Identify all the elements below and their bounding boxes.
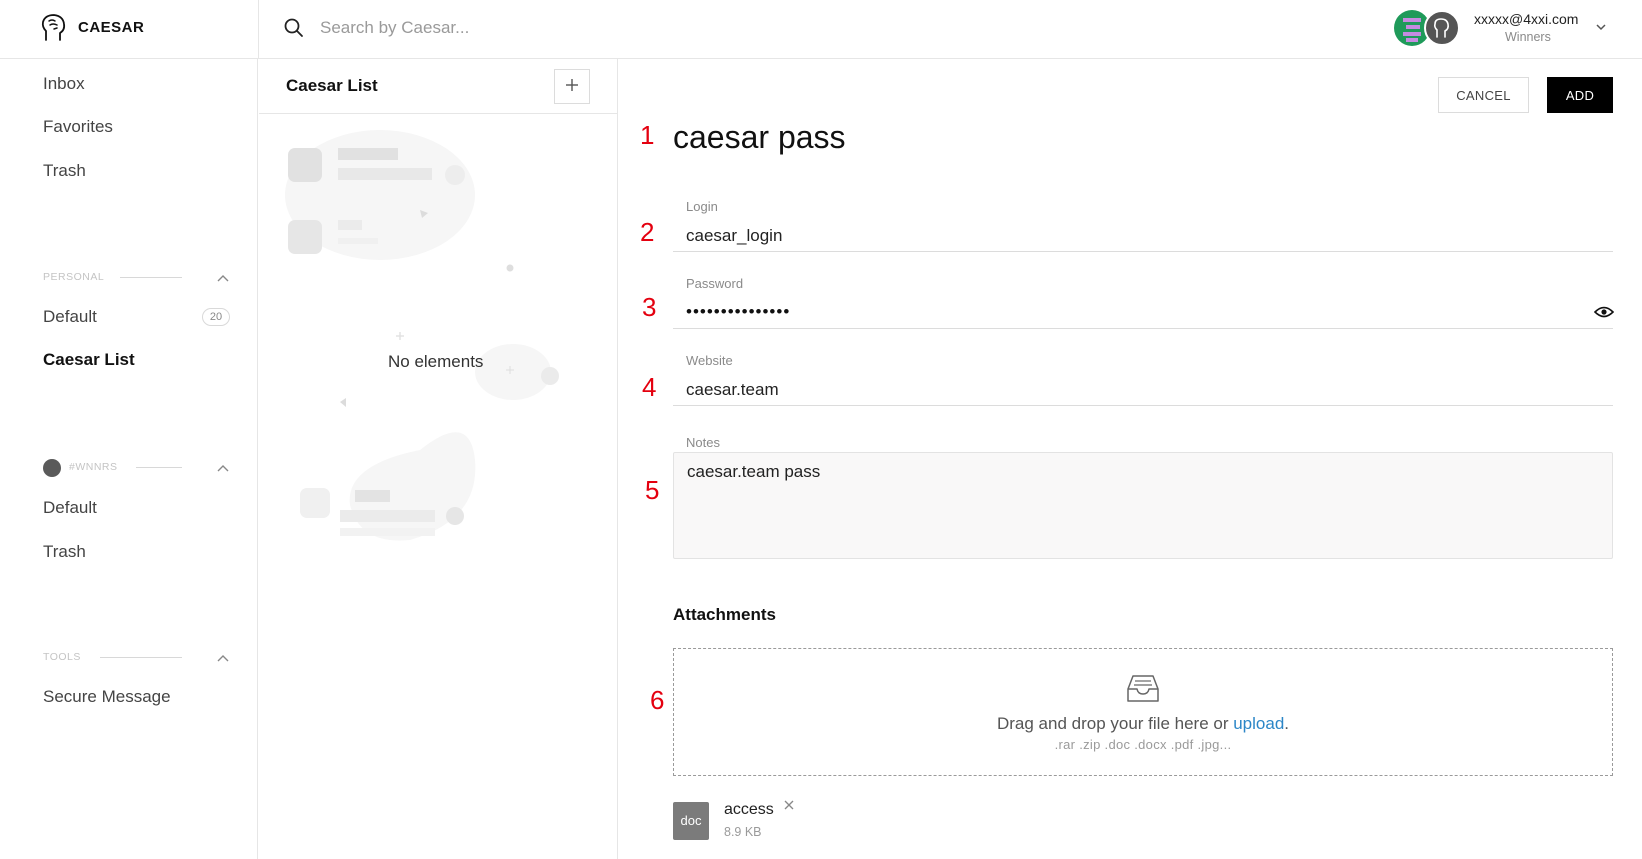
attachment-size: 8.9 KB [724,825,762,839]
add-item-button[interactable] [554,69,590,104]
sidebar-item-default[interactable]: Default [43,307,97,327]
website-label: Website [686,353,733,368]
search-input[interactable] [320,14,920,42]
section-label-personal: PERSONAL [43,271,105,283]
close-icon[interactable] [782,798,796,812]
divider [673,328,1613,329]
brand-name: CAESAR [78,19,145,36]
sidebar-item-team-default[interactable]: Default [43,498,97,518]
add-button[interactable]: ADD [1547,77,1613,113]
sidebar-item-trash[interactable]: Trash [43,161,86,181]
count-badge: 20 [202,308,230,326]
divider [120,277,182,278]
empty-state-text: No elements [388,352,484,371]
step-marker-4: 4 [642,372,657,402]
sidebar-item-secure-message[interactable]: Secure Message [43,687,171,707]
password-field[interactable]: ••••••••••••••• [686,302,790,322]
inbox-icon [1127,675,1159,702]
step-marker-3: 3 [642,292,657,322]
dropzone-text: Drag and drop your file here or upload. [673,714,1613,734]
plus-icon [566,79,578,91]
cancel-button[interactable]: CANCEL [1438,77,1529,113]
empty-state-illustration [285,130,559,541]
section-label-tools: TOOLS [43,651,81,663]
notes-field[interactable]: caesar.team pass [673,452,1613,559]
divider [136,467,182,468]
team-avatar[interactable] [1424,10,1460,46]
chevron-up-icon[interactable] [216,653,230,663]
sidebar-item-favorites[interactable]: Favorites [43,117,113,137]
sidebar [0,59,258,859]
login-label: Login [686,199,718,214]
team-icon [43,459,61,477]
divider [673,251,1613,252]
password-label: Password [686,276,744,291]
file-type-icon: doc [673,802,709,840]
item-title[interactable]: caesar pass [673,119,846,156]
user-team: Winners [1505,30,1551,44]
user-email[interactable]: xxxxx@4xxi.com [1474,11,1578,27]
notes-label: Notes [686,435,720,450]
eye-icon[interactable] [1594,305,1614,319]
dropzone-instructions: Drag and drop your file here or [996,714,1234,733]
step-marker-5: 5 [645,475,660,505]
section-label-team: #WNNRS [69,461,118,473]
search-icon[interactable] [283,17,305,39]
caesar-logo-icon [41,14,66,41]
sidebar-item-team-trash[interactable]: Trash [43,542,86,562]
sidebar-item-inbox[interactable]: Inbox [43,74,85,94]
attachment-name[interactable]: access [724,801,774,819]
upload-link[interactable]: upload [1233,714,1284,733]
divider [100,657,182,658]
attachments-title: Attachments [673,605,776,624]
allowed-formats: .rar .zip .doc .docx .pdf .jpg... [1054,737,1232,752]
file-dropzone[interactable] [673,648,1613,776]
chevron-up-icon[interactable] [216,273,230,283]
step-marker-1: 1 [640,120,655,150]
login-field[interactable]: caesar_login [686,226,782,246]
divider [673,405,1613,406]
chevron-up-icon[interactable] [216,463,230,473]
step-marker-2: 2 [640,217,655,247]
chevron-down-icon[interactable] [1594,20,1608,34]
website-field[interactable]: caesar.team [686,380,779,400]
divider [259,113,618,114]
divider [258,0,259,59]
step-marker-6: 6 [650,685,665,715]
dropzone-period: . [1284,714,1290,733]
list-title: Caesar List [286,76,378,95]
sidebar-item-caesar-list[interactable]: Caesar List [43,350,135,370]
